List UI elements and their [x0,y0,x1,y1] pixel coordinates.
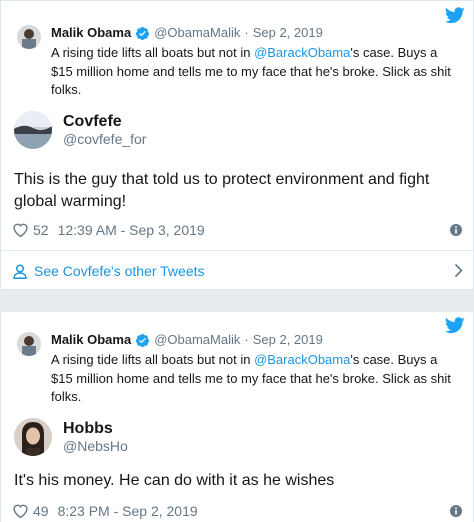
see-other-tweets-label[interactable]: See Covfefe's other Tweets [34,263,205,279]
quoted-tweet-date[interactable]: Sep 2, 2019 [253,25,323,41]
tweet-timestamp[interactable]: 12:39 AM - Sep 3, 2019 [58,222,205,238]
tweet-text: It's his money. He can do with it as he … [14,472,335,489]
info-icon[interactable] [450,224,462,236]
author-name[interactable]: Hobbs [63,419,128,438]
embedded-tweet-card-1: Malik Obama @ObamaMalik · Sep 2, 2019 A … [0,0,474,290]
heart-icon[interactable] [12,503,29,519]
quoted-author-avatar[interactable] [17,332,41,356]
chevron-right-icon[interactable] [454,263,463,278]
author-name[interactable]: Covfefe [63,112,146,131]
tweet-meta: 49 8:23 PM - Sep 2, 2019 [12,503,198,519]
quoted-tweet[interactable]: Malik Obama @ObamaMalik · Sep 2, 2019 A … [17,332,461,407]
info-icon[interactable] [450,505,462,517]
quoted-author-avatar[interactable] [17,25,41,49]
author-handle[interactable]: @covfefe_for [63,131,146,148]
mention-link[interactable]: @BarackObama [254,45,350,60]
heart-icon[interactable] [12,222,29,238]
see-other-tweets-link[interactable]: See Covfefe's other Tweets [13,263,205,279]
embedded-tweet-card-2: Malik Obama @ObamaMalik · Sep 2, 2019 A … [0,311,474,522]
like-count[interactable]: 52 [33,222,49,238]
separator-dot: · [244,25,249,40]
quoted-tweet-text: A rising tide lifts all boats but not in… [51,45,451,97]
tweet-text: This is the guy that told us to protect … [14,171,430,210]
quoted-tweet-date[interactable]: Sep 2, 2019 [253,332,323,348]
separator-dot: · [244,332,249,347]
twitter-logo-icon[interactable] [445,7,465,24]
author-avatar[interactable] [14,111,52,149]
twitter-logo-icon[interactable] [445,317,465,334]
mention-link[interactable]: @BarackObama [254,352,350,367]
quoted-tweet[interactable]: Malik Obama @ObamaMalik · Sep 2, 2019 A … [17,25,461,100]
quoted-author-name[interactable]: Malik Obama [51,25,131,41]
quoted-author-handle[interactable]: @ObamaMalik [154,25,240,41]
verified-badge-icon [136,26,150,40]
like-count[interactable]: 49 [33,503,49,519]
person-icon [13,263,27,279]
tweet-meta: 52 12:39 AM - Sep 3, 2019 [12,222,205,238]
tweet-author[interactable]: Hobbs @NebsHo [14,418,128,456]
verified-badge-icon [136,333,150,347]
quoted-tweet-text: A rising tide lifts all boats but not in… [51,352,451,404]
author-handle[interactable]: @NebsHo [63,438,128,455]
quoted-author-handle[interactable]: @ObamaMalik [154,332,240,348]
quoted-author-name[interactable]: Malik Obama [51,332,131,348]
author-avatar[interactable] [14,418,52,456]
divider [1,250,473,251]
tweet-timestamp[interactable]: 8:23 PM - Sep 2, 2019 [58,503,198,519]
tweet-author[interactable]: Covfefe @covfefe_for [14,111,146,149]
